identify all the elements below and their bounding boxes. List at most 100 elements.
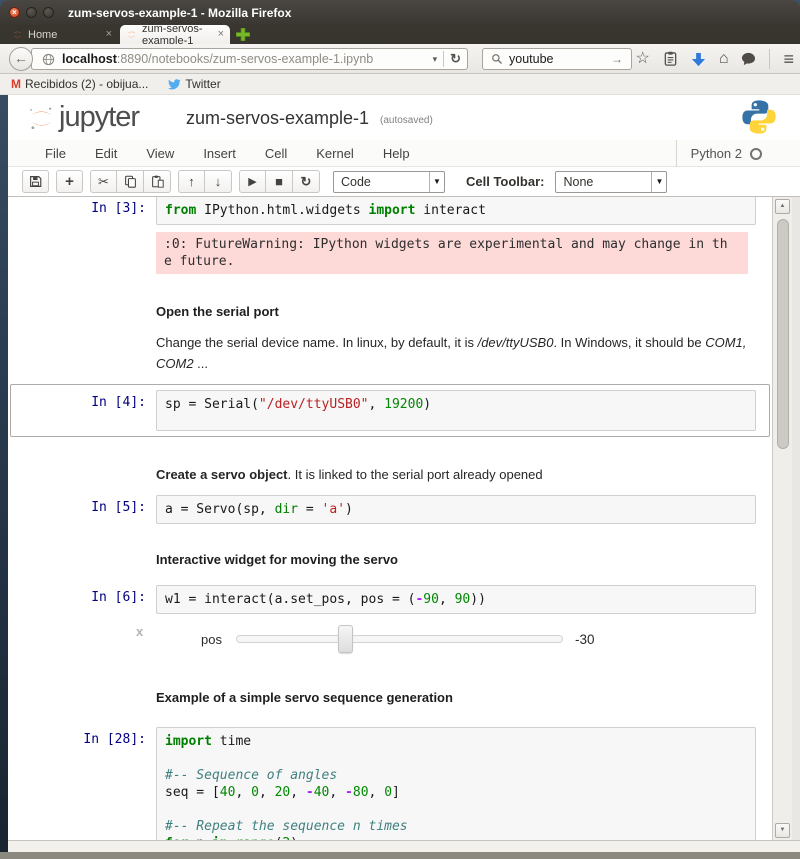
menu-file[interactable]: File	[45, 146, 66, 161]
notebook-menubar: File Edit View Insert Cell Kernel Help P…	[8, 140, 800, 167]
bookmarks-panel-icon[interactable]	[663, 51, 678, 67]
firefox-window: × zum-servos-example-1 - Mozilla Firefox…	[0, 0, 800, 859]
tab-home[interactable]: Home ×	[6, 25, 118, 44]
cut-cell-button[interactable]: ✂	[90, 170, 117, 193]
code-input[interactable]: import time #-- Sequence of angles seq =…	[156, 727, 756, 840]
tab-notebook[interactable]: zum-servos-example-1 ×	[120, 25, 230, 44]
code-cell-5[interactable]: In [5]: a = Servo(sp, dir = 'a')	[10, 489, 770, 530]
window-maximize-button[interactable]	[43, 7, 54, 18]
cell-type-value: Code	[341, 175, 371, 189]
markdown-cell-open-serial[interactable]: Open the serial port Change the serial d…	[10, 284, 770, 380]
copy-cell-button[interactable]	[117, 170, 144, 193]
menu-view[interactable]: View	[146, 146, 174, 161]
jupyter-favicon	[126, 29, 137, 40]
restart-kernel-button[interactable]: ↻	[293, 170, 320, 193]
code-input[interactable]: from IPython.html.widgets import interac…	[156, 197, 756, 225]
code-cell-4-selected[interactable]: In [4]: sp = Serial("/dev/ttyUSB0", 1920…	[10, 384, 770, 437]
menu-kernel[interactable]: Kernel	[316, 146, 354, 161]
move-cell-down-button[interactable]: ↓	[205, 170, 232, 193]
window-minimize-button[interactable]	[26, 7, 37, 18]
stderr-output: :0: FutureWarning: IPython widgets are e…	[156, 232, 748, 274]
scrollbar-up-icon[interactable]: ▲	[775, 199, 790, 214]
menu-edit[interactable]: Edit	[95, 146, 117, 161]
tab-label: zum-servos-example-1	[142, 23, 212, 47]
run-cell-button[interactable]: ▶	[239, 170, 266, 193]
code-input[interactable]: sp = Serial("/dev/ttyUSB0", 19200)	[156, 390, 756, 431]
md-heading: Example of a simple servo sequence gener…	[156, 687, 756, 708]
cell-toolbar-select[interactable]: None ▼	[555, 171, 667, 193]
interrupt-kernel-button[interactable]: ■	[266, 170, 293, 193]
code-cell-6[interactable]: In [6]: w1 = interact(a.set_pos, pos = (…	[10, 579, 770, 620]
markdown-cell-interactive-widget[interactable]: Interactive widget for moving the servo	[10, 532, 770, 576]
md-heading: Open the serial port	[156, 301, 756, 322]
desktop-edge	[0, 852, 800, 859]
site-globe-icon	[42, 53, 55, 66]
notebook-scrollbar[interactable]: ▲ ▼	[772, 197, 792, 840]
window-titlebar: × zum-servos-example-1 - Mozilla Firefox	[0, 0, 800, 25]
md-paragraph: Create a servo object. It is linked to t…	[156, 464, 756, 485]
scrollbar-down-icon[interactable]: ▼	[775, 823, 790, 838]
new-tab-button[interactable]	[236, 28, 250, 41]
move-cell-up-button[interactable]: ↑	[178, 170, 205, 193]
kernel-indicator: Python 2	[676, 140, 762, 167]
interact-widget-output: x pos -30	[8, 624, 772, 654]
bookmark-star-icon[interactable]: ☆	[635, 51, 649, 67]
menu-cell[interactable]: Cell	[265, 146, 287, 161]
url-bar[interactable]: localhost :8890/notebooks/zum-servos-exa…	[31, 48, 468, 70]
scrollbar-thumb[interactable]	[777, 219, 789, 449]
chat-icon[interactable]	[741, 52, 756, 66]
input-prompt: In [6]:	[16, 585, 156, 614]
python-logo-icon	[740, 98, 778, 136]
code-input[interactable]: a = Servo(sp, dir = 'a')	[156, 495, 756, 524]
bookmark-twitter[interactable]: Twitter	[168, 77, 220, 91]
browser-navbar: ← localhost :8890/notebooks/zum-servos-e…	[0, 44, 800, 74]
code-cell-28[interactable]: In [28]: import time #-- Sequence of ang…	[10, 721, 770, 840]
cell-type-select[interactable]: Code ▼	[333, 171, 445, 193]
menu-help[interactable]: Help	[383, 146, 410, 161]
cell-toolbar-value: None	[563, 175, 593, 189]
menu-insert[interactable]: Insert	[203, 146, 236, 161]
url-host: localhost	[62, 52, 117, 66]
code-cell-3[interactable]: In [3]: from IPython.html.widgets import…	[10, 197, 770, 280]
hamburger-menu-icon[interactable]: ≡	[783, 51, 794, 67]
markdown-cell-create-servo[interactable]: Create a servo object. It is linked to t…	[10, 455, 770, 491]
code-input[interactable]: w1 = interact(a.set_pos, pos = (-90, 90)…	[156, 585, 756, 614]
reload-icon[interactable]: ↻	[450, 51, 461, 67]
jupyter-header: jupyter zum-servos-example-1 (autosaved)	[8, 95, 800, 140]
notebook-scroll-area[interactable]: In [3]: from IPython.html.widgets import…	[8, 197, 772, 840]
search-input[interactable]: youtube →	[482, 48, 632, 70]
tab-label: Home	[28, 29, 57, 41]
paste-cell-button[interactable]	[144, 170, 171, 193]
notebook-toolbar: + ✂ ↑ ↓ ▶ ■ ↻ Code ▼	[8, 167, 800, 197]
bookmarks-bar: M Recibidos (2) - obijua... Twitter	[0, 74, 800, 95]
md-paragraph: Change the serial device name. In linux,…	[156, 332, 756, 374]
home-icon[interactable]: ⌂	[719, 51, 729, 67]
tab-close-icon[interactable]: ×	[212, 29, 224, 40]
url-path: :8890/notebooks/zum-servos-example-1.ipy…	[117, 52, 373, 66]
jupyter-page: jupyter zum-servos-example-1 (autosaved)…	[8, 95, 800, 840]
bookmark-gmail[interactable]: M Recibidos (2) - obijua...	[11, 77, 148, 91]
search-go-icon[interactable]: →	[611, 52, 623, 66]
window-close-button[interactable]: ×	[9, 7, 20, 18]
autosave-status: (autosaved)	[380, 115, 433, 126]
downloads-icon[interactable]	[691, 52, 706, 67]
input-prompt: In [3]:	[16, 197, 156, 274]
select-caret-icon: ▼	[651, 172, 666, 192]
url-dropdown-icon[interactable]: ▾	[433, 54, 438, 65]
add-cell-button[interactable]: +	[56, 170, 83, 193]
back-button[interactable]: ←	[9, 47, 33, 71]
browser-tabbar: Home × zum-servos-example-1 ×	[0, 25, 800, 44]
jupyter-wordmark: jupyter	[59, 102, 139, 132]
pos-slider[interactable]	[236, 635, 563, 643]
save-button[interactable]	[22, 170, 49, 193]
bookmark-label: Twitter	[185, 77, 220, 91]
cell-toolbar-label: Cell Toolbar:	[466, 174, 544, 189]
jupyter-logo[interactable]: jupyter	[28, 102, 139, 132]
slider-handle[interactable]	[338, 625, 353, 653]
notebook-title[interactable]: zum-servos-example-1	[186, 108, 369, 129]
tab-close-icon[interactable]: ×	[100, 29, 112, 40]
slider-label: pos	[201, 632, 222, 647]
widget-close-icon[interactable]: x	[136, 624, 148, 639]
search-icon	[491, 53, 503, 65]
markdown-cell-example-sequence[interactable]: Example of a simple servo sequence gener…	[10, 670, 770, 714]
